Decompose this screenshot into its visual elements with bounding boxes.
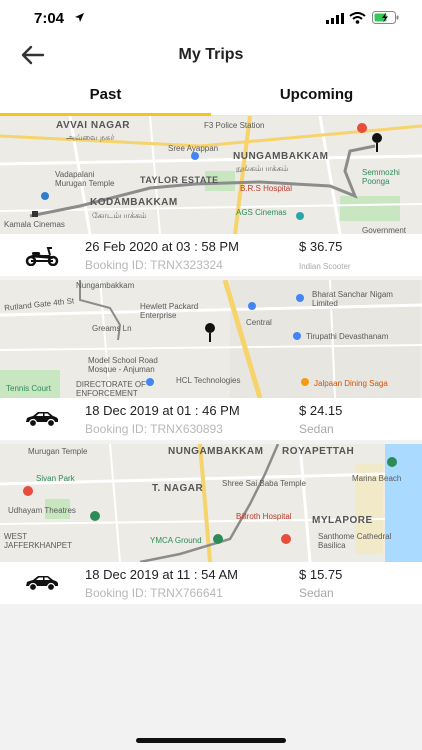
trip-date: 26 Feb 2020 at 03 : 58 PM xyxy=(85,239,239,254)
map-label: கோடம்பாக்கம் xyxy=(92,211,147,220)
vehicle-type: Sedan xyxy=(299,586,334,600)
map-label: Murugan Temple xyxy=(28,447,88,456)
map-label: WEST JAFFERKHANPET xyxy=(4,532,73,550)
map-label: AVVAI NAGAR xyxy=(56,120,131,131)
map-label: MYLAPORE xyxy=(312,515,373,526)
map-label: Vadapalani xyxy=(55,170,95,179)
map-label: Bharat Sanchar Nigam Limited xyxy=(312,290,393,308)
map-label: Shree Sai Baba Temple xyxy=(222,479,306,488)
map-label: Hewlett Packard Enterprise xyxy=(140,302,199,320)
map-label: DIRECTORATE OF ENFORCEMENT xyxy=(76,380,146,398)
trip-date: 18 Dec 2019 at 11 : 54 AM xyxy=(85,567,238,582)
map-label: KODAMBAKKAM xyxy=(90,197,178,208)
map-label: அவ்வை நகர் xyxy=(66,133,115,142)
tab-past[interactable]: Past xyxy=(0,76,211,116)
trip-price: $ 24.15 xyxy=(299,403,343,418)
map-label: Marina Beach xyxy=(352,474,402,483)
status-bar: 7:04 xyxy=(0,0,422,34)
map-label: Tennis Court xyxy=(6,384,51,393)
map-label: AGS Cinemas xyxy=(236,208,287,217)
map-label: TAYLOR ESTATE xyxy=(140,175,219,185)
map-label: Tirupathi Devasthanam xyxy=(306,332,389,341)
map-label: ROYAPETTAH xyxy=(282,446,355,457)
car-icon xyxy=(26,576,58,592)
map-label: நுங்கம்பாக்கம் xyxy=(236,164,289,173)
map-label: Sree Ayappan xyxy=(168,144,219,153)
vehicle-type: Indian Scooter xyxy=(299,262,351,271)
map-label: Nungambakkam xyxy=(76,281,135,290)
map-label: Government xyxy=(362,226,407,234)
trip-card[interactable]: Murugan Temple NUNGAMBAKKAM ROYAPETTAH S… xyxy=(0,444,422,604)
trip-price: $ 36.75 xyxy=(299,239,343,254)
map-label: NUNGAMBAKKAM xyxy=(168,446,264,457)
map-label: Central xyxy=(246,318,272,327)
map-label: Kamala Cinemas xyxy=(4,220,65,229)
trip-card[interactable]: AVVAI NAGAR அவ்வை நகர் Vadapalani Muruga… xyxy=(0,116,422,276)
map-label: Murugan Temple xyxy=(55,179,115,188)
map-label: HCL Technologies xyxy=(176,376,241,385)
signal-icon xyxy=(326,13,344,24)
map-label: Model School Road Mosque - Anjuman xyxy=(88,356,158,374)
home-indicator xyxy=(136,738,286,743)
booking-id: Booking ID: TRNX766641 xyxy=(85,586,223,600)
map-label: Jalpaan Dining Saga xyxy=(314,379,388,388)
nav-bar: My Trips xyxy=(0,34,422,76)
vehicle-type: Sedan xyxy=(299,422,334,436)
status-time: 7:04 xyxy=(34,10,65,27)
map-label: Santhome Cathedral Basilica xyxy=(318,532,392,550)
trip-info: 18 Dec 2019 at 01 : 46 PM Booking ID: TR… xyxy=(0,398,422,440)
trip-route-map: Murugan Temple NUNGAMBAKKAM ROYAPETTAH S… xyxy=(0,444,422,562)
trip-card[interactable]: Nungambakkam Rutland Gate 4th St Hewlett… xyxy=(0,280,422,440)
car-icon xyxy=(26,412,58,428)
map-label: Billroth Hospital xyxy=(236,512,292,521)
map-label: Sivan Park xyxy=(36,474,75,483)
map-label: Udhayam Theatres xyxy=(8,506,76,515)
scooter-icon xyxy=(25,247,59,266)
map-label: NUNGAMBAKKAM xyxy=(233,151,329,162)
trip-info: 26 Feb 2020 at 03 : 58 PM Booking ID: TR… xyxy=(0,234,422,276)
map-label: B.R.S Hospital xyxy=(240,184,293,193)
booking-id: Booking ID: TRNX323324 xyxy=(85,258,223,272)
trip-tabs: Past Upcoming xyxy=(0,76,422,116)
map-label: Semmozhi Poonga xyxy=(362,168,400,186)
trip-route-map: AVVAI NAGAR அவ்வை நகர் Vadapalani Muruga… xyxy=(0,116,422,234)
booking-id: Booking ID: TRNX630893 xyxy=(85,422,223,436)
map-label: Greams Ln xyxy=(92,324,132,333)
trip-route-map: Nungambakkam Rutland Gate 4th St Hewlett… xyxy=(0,280,422,398)
map-label: T. NAGAR xyxy=(152,483,204,494)
tab-upcoming[interactable]: Upcoming xyxy=(211,76,422,116)
trip-date: 18 Dec 2019 at 01 : 46 PM xyxy=(85,403,240,418)
location-arrow-icon xyxy=(75,13,84,22)
page-title: My Trips xyxy=(178,46,244,63)
trip-info: 18 Dec 2019 at 11 : 54 AM Booking ID: TR… xyxy=(0,562,422,604)
battery-charging-icon xyxy=(372,11,399,24)
trip-price: $ 15.75 xyxy=(299,567,343,582)
wifi-icon xyxy=(349,12,366,24)
map-label: F3 Police Station xyxy=(204,121,265,130)
map-label: YMCA Ground xyxy=(150,536,202,545)
